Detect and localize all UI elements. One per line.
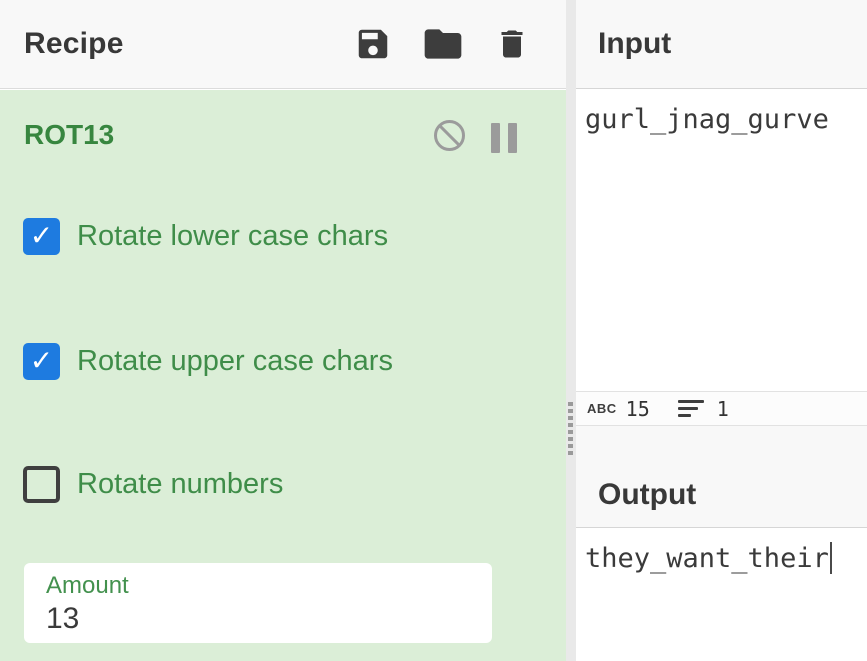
character-count: 15	[626, 397, 650, 421]
line-count-icon	[678, 400, 704, 417]
arg-rotate-numbers: ✓ Rotate numbers	[23, 466, 283, 503]
arg-label[interactable]: Rotate lower case chars	[77, 220, 388, 253]
character-count-icon: ABC	[587, 401, 617, 416]
recipe-header: Recipe	[0, 0, 566, 89]
input-status-bar: ABC 15 1	[576, 391, 867, 426]
checkbox-rotate-lower[interactable]: ✓	[23, 218, 60, 255]
operation-name: ROT13	[24, 119, 114, 150]
output-text: they_want_their	[585, 543, 832, 576]
checkmark-icon: ✓	[30, 347, 53, 375]
io-panel: Input gurl_jnag_gurve ABC 15 1 Output th…	[576, 0, 867, 661]
recipe-toolbar	[354, 22, 530, 66]
trash-icon[interactable]	[494, 26, 530, 62]
cyberchef-app: Recipe	[0, 0, 867, 661]
save-icon[interactable]	[354, 25, 392, 63]
arg-label[interactable]: Rotate upper case chars	[77, 345, 393, 378]
recipe-title: Recipe	[24, 27, 124, 61]
input-header: Input	[576, 0, 867, 89]
line-count: 1	[717, 397, 729, 421]
arg-label[interactable]: Rotate numbers	[77, 468, 283, 501]
pause-icon[interactable]	[491, 123, 517, 153]
checkmark-icon: ✓	[30, 222, 53, 250]
panel-splitter[interactable]	[566, 0, 576, 661]
amount-field[interactable]: Amount 13	[24, 563, 492, 643]
amount-label: Amount	[46, 572, 492, 600]
output-textarea[interactable]: they_want_their	[576, 529, 867, 661]
output-title: Output	[598, 478, 696, 512]
text-cursor	[830, 542, 832, 574]
operation-controls	[433, 119, 517, 157]
disable-icon[interactable]	[433, 119, 466, 157]
output-text-value: they_want_their	[585, 543, 829, 574]
checkbox-rotate-numbers[interactable]: ✓	[23, 466, 60, 503]
arg-rotate-lower: ✓ Rotate lower case chars	[23, 218, 388, 255]
open-folder-icon[interactable]	[421, 22, 465, 66]
recipe-panel: Recipe	[0, 0, 566, 661]
splitter-handle-icon[interactable]	[568, 402, 573, 455]
arg-rotate-upper: ✓ Rotate upper case chars	[23, 343, 393, 380]
checkbox-rotate-upper[interactable]: ✓	[23, 343, 60, 380]
input-text[interactable]: gurl_jnag_gurve	[585, 104, 829, 135]
input-textarea[interactable]: gurl_jnag_gurve	[576, 90, 867, 391]
amount-value[interactable]: 13	[46, 602, 492, 636]
operation-title-row[interactable]: ROT13	[24, 119, 114, 151]
output-header: Output	[576, 426, 867, 528]
input-title: Input	[598, 27, 671, 61]
